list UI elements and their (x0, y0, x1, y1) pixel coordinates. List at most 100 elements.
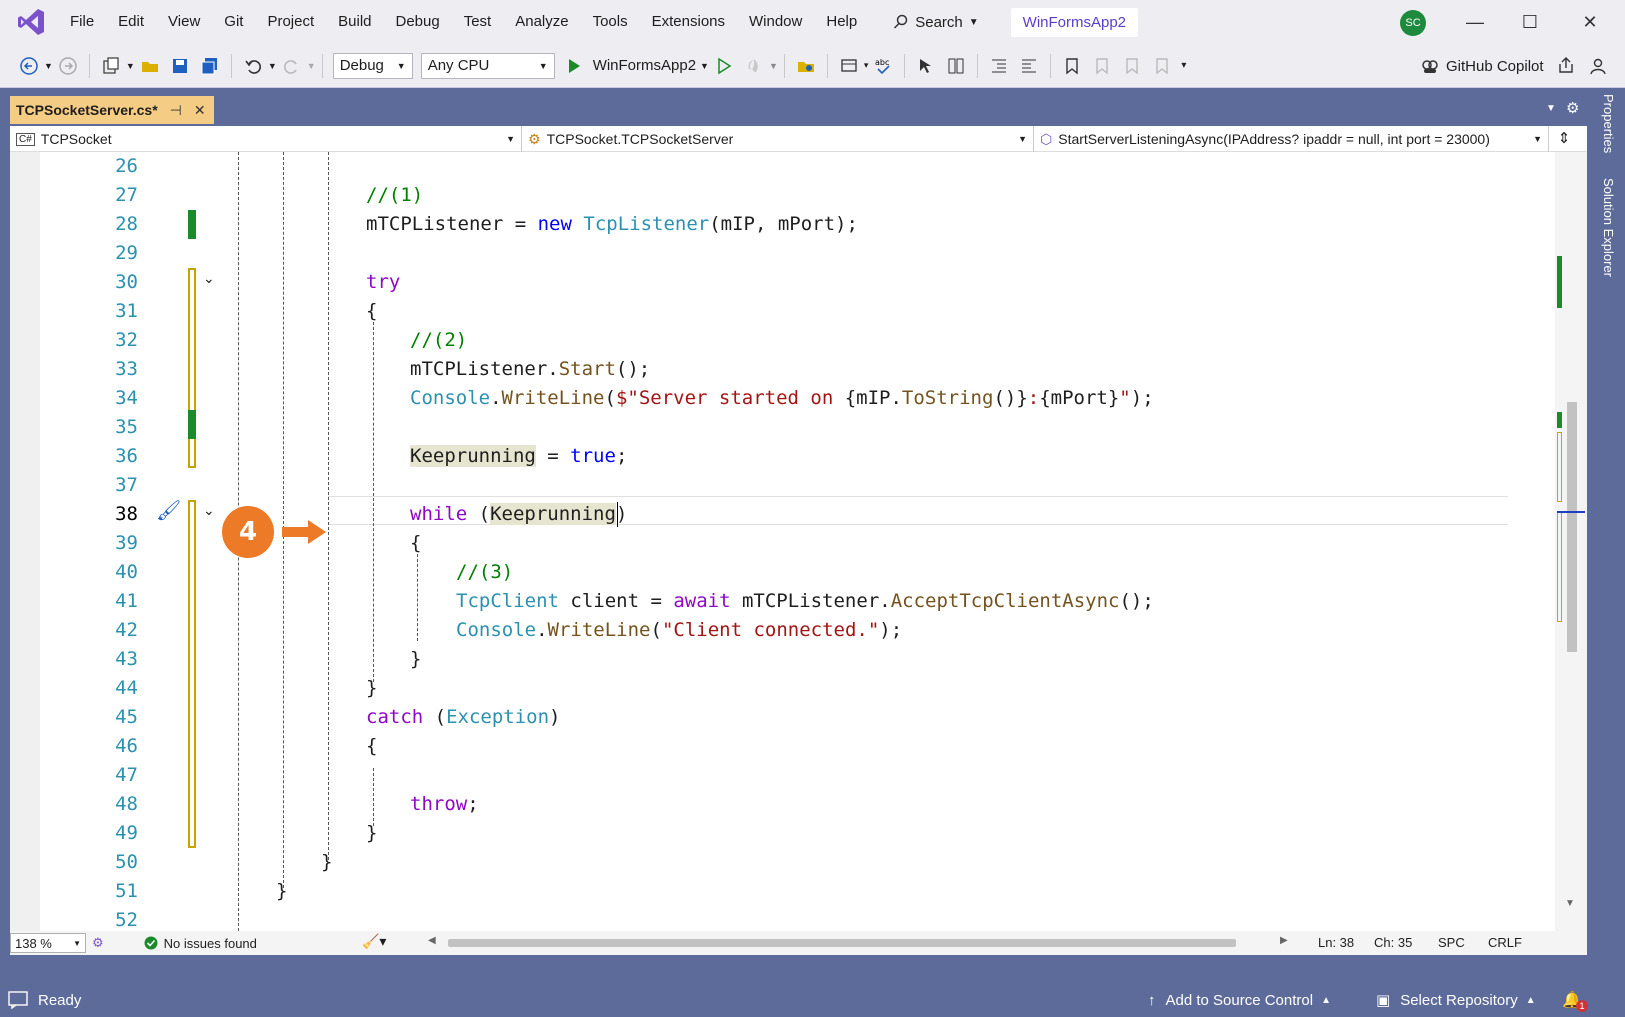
redo-icon[interactable] (281, 55, 303, 77)
scroll-down-icon[interactable]: ▼ (1565, 898, 1575, 909)
menu-file[interactable]: File (58, 0, 106, 44)
toolbar-separator (88, 53, 90, 78)
tab-tcpsocketserver[interactable]: TCPSocketServer.cs* ⊣ ✕ (10, 96, 214, 124)
svg-text:abc: abc (875, 58, 889, 67)
toolbar-overflow-icon[interactable]: ▾ (1181, 60, 1186, 71)
code-line-51: } (276, 880, 288, 902)
chevron-down-icon: ▼ (73, 938, 81, 948)
pin-icon[interactable]: ⊣ (170, 102, 182, 119)
select-element-icon[interactable] (915, 55, 937, 77)
chevron-down-icon[interactable]: ▼ (268, 61, 277, 71)
issues-label: No issues found (163, 935, 257, 951)
menu-help[interactable]: Help (814, 0, 869, 44)
search-button[interactable]: Search ▼ (883, 7, 988, 37)
line-indicator[interactable]: Ln: 38 (1318, 931, 1354, 955)
previous-bookmark-icon[interactable] (1091, 55, 1113, 77)
forward-icon[interactable] (57, 55, 79, 77)
configuration-select[interactable]: Debug ▼ (332, 52, 413, 79)
member-dropdown[interactable]: ⬡ StartServerListeningAsync(IPAddress? i… (1034, 126, 1549, 152)
chevron-down-icon[interactable]: ▼ (126, 61, 135, 71)
menu-analyze[interactable]: Analyze (503, 0, 580, 44)
menu-view[interactable]: View (156, 0, 212, 44)
notifications-button[interactable]: 🔔 1 (1562, 983, 1588, 1017)
undo-icon[interactable] (242, 55, 264, 77)
chevron-down-icon[interactable]: ▼ (700, 61, 709, 71)
type-dropdown[interactable]: ⚙ TCPSocket.TCPSocketServer ▼ (522, 126, 1034, 152)
run-target-label[interactable]: WinFormsApp2 (593, 57, 696, 74)
line-number-current: 38 (115, 503, 138, 525)
issues-indicator[interactable]: No issues found (144, 936, 257, 951)
gear-icon[interactable]: ⚙ (1566, 99, 1579, 117)
menu-test[interactable]: Test (452, 0, 504, 44)
line-number: 33 (115, 358, 138, 380)
platform-value: Any CPU (427, 57, 490, 74)
menu-project[interactable]: Project (255, 0, 326, 44)
menu-window[interactable]: Window (737, 0, 814, 44)
toolbar-separator (904, 53, 906, 78)
code-line-42: Console.WriteLine("Client connected."); (456, 619, 903, 641)
platform-select[interactable]: Any CPU ▼ (420, 52, 555, 79)
menu-git[interactable]: Git (212, 0, 255, 44)
save-all-icon[interactable] (199, 55, 221, 77)
close-icon[interactable]: ✕ (194, 102, 206, 119)
split-window-icon[interactable]: ⇕ (1549, 126, 1579, 151)
code-cleanup-icon[interactable]: 🧹▾ (362, 933, 386, 950)
member-value: StartServerListeningAsync(IPAddress? ipa… (1058, 131, 1490, 147)
menu-edit[interactable]: Edit (106, 0, 156, 44)
horizontal-scrollbar-thumb[interactable] (448, 939, 1236, 947)
outdent-icon[interactable] (1018, 55, 1040, 77)
share-icon[interactable] (1556, 56, 1576, 76)
back-icon[interactable] (18, 55, 40, 77)
close-window-button[interactable]: ✕ (1565, 0, 1615, 44)
compare-icon[interactable] (945, 55, 967, 77)
column-indicator[interactable]: Ch: 35 (1374, 931, 1412, 955)
project-dropdown[interactable]: C# TCPSocket ▼ (10, 126, 522, 152)
new-project-icon[interactable] (100, 55, 122, 77)
chevron-down-icon[interactable]: ▾ (864, 60, 869, 71)
clear-bookmarks-icon[interactable] (1151, 55, 1173, 77)
menu-extensions[interactable]: Extensions (640, 0, 737, 44)
toolbar-separator (321, 53, 323, 78)
line-number: 36 (115, 445, 138, 467)
select-repository-button[interactable]: ▣ Select Repository ▲ (1376, 983, 1536, 1017)
start-debugging-icon[interactable] (563, 55, 585, 77)
scroll-right-icon[interactable]: ▶ (1280, 935, 1288, 946)
solution-explorer-tab[interactable]: Solution Explorer (1601, 178, 1616, 277)
browse-folder-icon[interactable] (795, 55, 817, 77)
line-number: 46 (115, 735, 138, 757)
scrollbar-thumb[interactable] (1567, 402, 1577, 652)
github-copilot-button[interactable]: GitHub Copilot (1420, 44, 1608, 88)
tab-list-dropdown-icon[interactable]: ▼ (1546, 103, 1556, 114)
scroll-left-icon[interactable]: ◀ (428, 935, 436, 946)
minimize-button[interactable]: — (1450, 0, 1500, 44)
menu-debug[interactable]: Debug (384, 0, 452, 44)
spell-check-icon[interactable]: abc (872, 55, 894, 77)
code-line-40: //(3) (456, 561, 514, 583)
start-without-debugging-icon[interactable] (713, 55, 735, 77)
vertical-scrollbar[interactable]: ▼ (1555, 152, 1587, 931)
avatar[interactable]: SC (1400, 10, 1426, 36)
chevron-down-icon[interactable]: ▼ (44, 61, 53, 71)
output-window-icon[interactable] (8, 991, 28, 1009)
whitespace-indicator[interactable]: SPC (1438, 931, 1465, 955)
intellicode-icon[interactable]: ⚙ (92, 935, 104, 951)
bookmark-icon[interactable] (1061, 55, 1083, 77)
line-number: 47 (115, 764, 138, 786)
next-bookmark-icon[interactable] (1121, 55, 1143, 77)
zoom-select[interactable]: 138 % ▼ (10, 933, 86, 953)
indent-icon[interactable] (988, 55, 1010, 77)
hot-reload-icon[interactable] (743, 55, 765, 77)
menu-tools[interactable]: Tools (581, 0, 640, 44)
ready-status: Ready (8, 983, 81, 1017)
chevron-down-icon[interactable]: ▼ (307, 61, 316, 71)
menu-build[interactable]: Build (326, 0, 383, 44)
feedback-icon[interactable] (1588, 56, 1608, 76)
add-to-source-control-button[interactable]: ↑ Add to Source Control ▲ (1148, 983, 1331, 1017)
maximize-button[interactable]: ☐ (1505, 0, 1555, 44)
line-ending-indicator[interactable]: CRLF (1488, 931, 1522, 955)
open-folder-icon[interactable] (139, 55, 161, 77)
window-layout-icon[interactable] (838, 55, 860, 77)
properties-tab[interactable]: Properties (1601, 94, 1616, 153)
save-icon[interactable] (169, 55, 191, 77)
chevron-down-icon[interactable]: ▼ (769, 61, 778, 71)
